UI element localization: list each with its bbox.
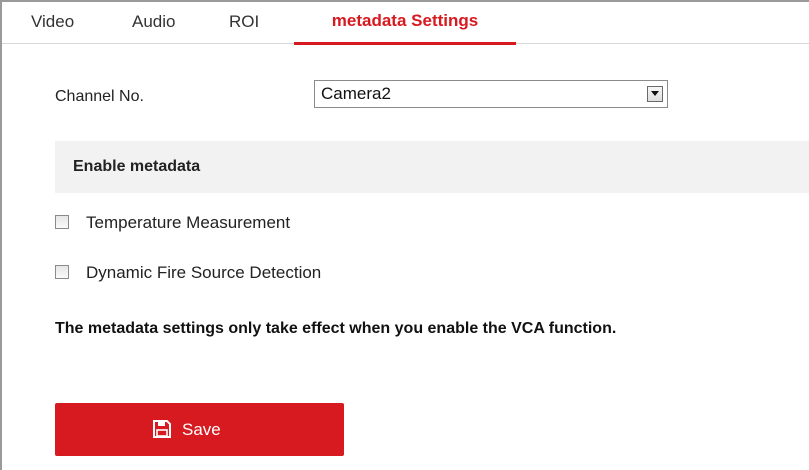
fire-source-detection-label: Dynamic Fire Source Detection	[86, 263, 322, 282]
channel-label: Channel No.	[55, 88, 144, 105]
save-button[interactable]: Save	[55, 403, 344, 456]
channel-row: Channel No. Camera2	[2, 80, 809, 110]
temperature-measurement-checkbox[interactable]	[55, 215, 69, 229]
enable-metadata-header: Enable metadata	[55, 141, 809, 193]
tab-video[interactable]: Video	[31, 2, 74, 45]
temperature-measurement-label: Temperature Measurement	[86, 213, 291, 232]
tab-audio[interactable]: Audio	[132, 2, 175, 45]
section-title: Enable metadata	[73, 158, 201, 175]
metadata-settings-panel: Video Audio ROI metadata Settings Channe…	[0, 0, 809, 470]
save-label: Save	[182, 420, 221, 439]
channel-select-value: Camera2	[321, 84, 391, 103]
channel-select[interactable]: Camera2	[314, 80, 668, 108]
tab-roi[interactable]: ROI	[229, 2, 259, 45]
floppy-disk-icon	[153, 420, 171, 438]
chevron-down-icon[interactable]	[647, 86, 663, 102]
fire-source-detection-checkbox[interactable]	[55, 265, 69, 279]
vca-note: The metadata settings only take effect w…	[55, 320, 617, 337]
tab-bar: Video Audio ROI metadata Settings	[2, 0, 809, 45]
tab-metadata-settings[interactable]: metadata Settings	[294, 2, 516, 45]
